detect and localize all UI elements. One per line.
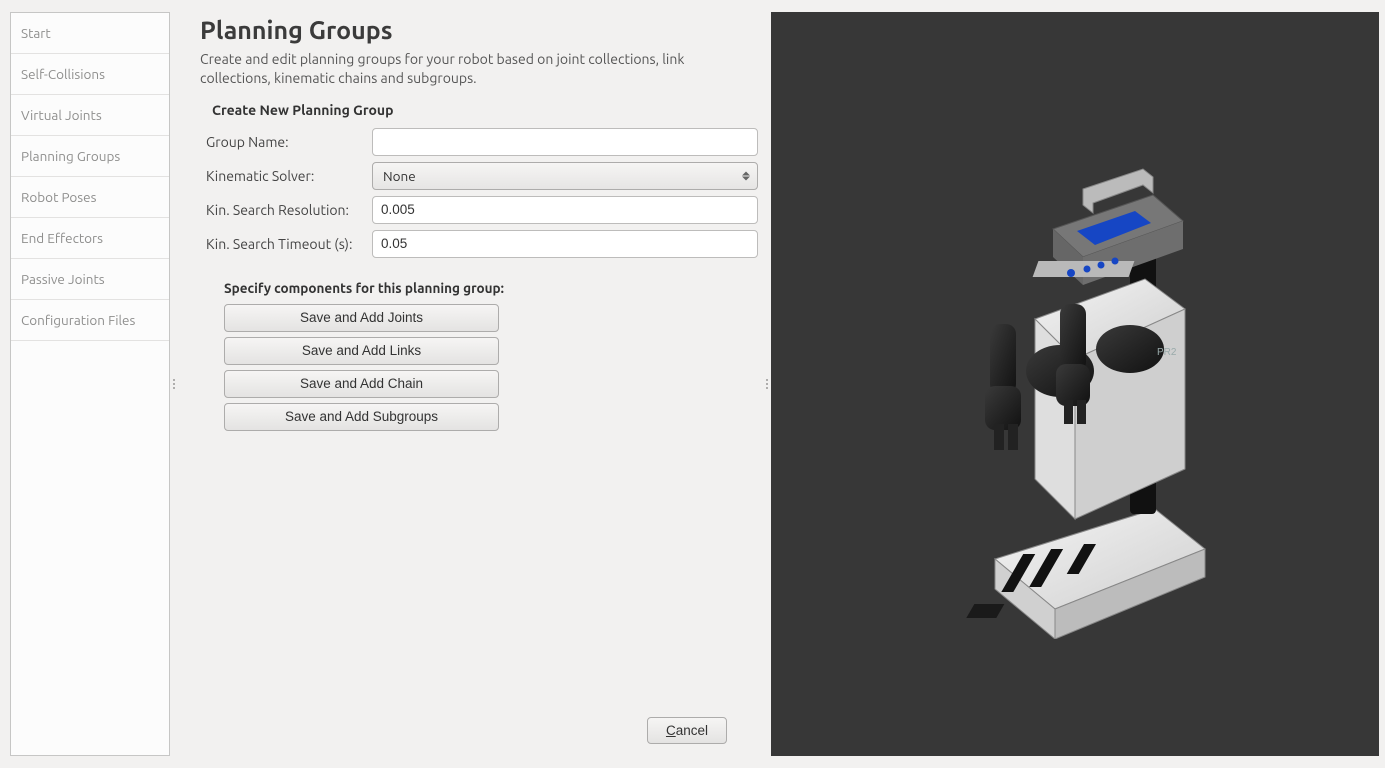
components-subsection: Specify components for this planning gro…: [224, 280, 758, 431]
kinematic-solver-value: None: [383, 168, 416, 184]
main-panel: Planning Groups Create and edit planning…: [178, 12, 763, 756]
sidebar-item-label: Passive Joints: [21, 271, 105, 287]
sidebar-item-label: End Effectors: [21, 230, 103, 246]
sidebar-item-virtual-joints[interactable]: Virtual Joints: [11, 95, 169, 136]
save-add-links-button[interactable]: Save and Add Links: [224, 337, 499, 365]
sidebar-item-configuration-files[interactable]: Configuration Files: [11, 300, 169, 341]
robot-model-pr2-icon: PR2: [895, 99, 1255, 639]
sidebar-item-label: Robot Poses: [21, 189, 96, 205]
sidebar-nav: Start Self-Collisions Virtual Joints Pla…: [10, 12, 170, 756]
sidebar-item-label: Configuration Files: [21, 312, 135, 328]
bottom-bar: Cancel: [200, 717, 743, 750]
page-title: Planning Groups: [200, 16, 743, 44]
sidebar-item-robot-poses[interactable]: Robot Poses: [11, 177, 169, 218]
splitter-left[interactable]: [170, 12, 178, 756]
page-description: Create and edit planning groups for your…: [200, 50, 743, 88]
splitter-right[interactable]: [763, 12, 771, 756]
group-name-input[interactable]: [372, 128, 758, 156]
kinematic-solver-label: Kinematic Solver:: [206, 168, 372, 184]
cancel-button[interactable]: Cancel: [647, 717, 727, 744]
sidebar-item-label: Self-Collisions: [21, 66, 105, 82]
sidebar-item-label: Planning Groups: [21, 148, 120, 164]
svg-text:PR2: PR2: [1157, 347, 1177, 358]
sidebar-item-planning-groups[interactable]: Planning Groups: [11, 136, 169, 177]
kinematic-solver-select[interactable]: None: [372, 162, 758, 190]
sidebar-item-label: Virtual Joints: [21, 107, 102, 123]
sidebar-item-self-collisions[interactable]: Self-Collisions: [11, 54, 169, 95]
app-root: Start Self-Collisions Virtual Joints Pla…: [0, 0, 1385, 768]
sidebar-item-end-effectors[interactable]: End Effectors: [11, 218, 169, 259]
group-name-label: Group Name:: [206, 134, 372, 150]
planning-group-form: Group Name: Kinematic Solver: None Kin. …: [206, 128, 758, 436]
robot-3d-viewport[interactable]: PR2: [771, 12, 1379, 756]
sidebar-item-start[interactable]: Start: [11, 13, 169, 54]
sidebar-item-passive-joints[interactable]: Passive Joints: [11, 259, 169, 300]
save-add-chain-button[interactable]: Save and Add Chain: [224, 370, 499, 398]
sidebar-item-label: Start: [21, 25, 51, 41]
save-add-subgroups-button[interactable]: Save and Add Subgroups: [224, 403, 499, 431]
components-label: Specify components for this planning gro…: [224, 280, 758, 296]
kin-search-resolution-label: Kin. Search Resolution:: [206, 202, 372, 218]
updown-icon: [742, 171, 750, 180]
section-title: Create New Planning Group: [212, 102, 743, 118]
cancel-label-rest: ancel: [676, 723, 708, 738]
kin-search-resolution-input[interactable]: [372, 196, 758, 224]
save-add-joints-button[interactable]: Save and Add Joints: [224, 304, 499, 332]
kin-search-timeout-label: Kin. Search Timeout (s):: [206, 236, 372, 252]
kin-search-timeout-input[interactable]: [372, 230, 758, 258]
